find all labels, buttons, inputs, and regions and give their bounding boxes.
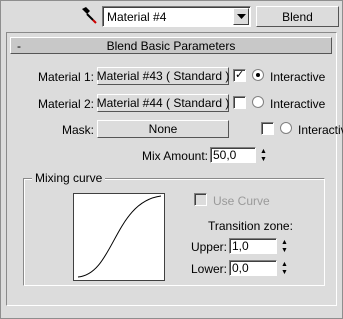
mask-interactive-label: Interactive (298, 123, 343, 137)
material1-interactive-radio[interactable] (252, 69, 264, 81)
material1-label: Material 1: (37, 70, 94, 84)
material1-button[interactable]: Material #43 ( Standard ) (97, 67, 229, 85)
spinner-down-icon[interactable]: ▼ (279, 268, 290, 276)
material2-interactive-radio[interactable] (252, 96, 264, 108)
spinner-up-icon[interactable]: ▲ (258, 147, 269, 155)
lower-spinner[interactable]: ▲ ▼ (279, 260, 290, 276)
upper-field[interactable]: 1,0 (229, 238, 277, 254)
mixing-curve-title: Mixing curve (32, 171, 106, 185)
material-type-button[interactable]: Blend (256, 6, 339, 27)
chevron-down-icon[interactable] (233, 8, 249, 25)
material2-label: Material 2: (37, 97, 94, 111)
mixing-curve-graph (73, 193, 165, 281)
mask-button[interactable]: None (97, 120, 229, 138)
spinner-down-icon[interactable]: ▼ (279, 246, 290, 254)
rollout-title: Blend Basic Parameters (106, 39, 236, 53)
radio-dot-icon (256, 73, 260, 77)
mix-amount-field[interactable]: 50,0 (210, 147, 256, 163)
upper-label: Upper: (190, 240, 227, 254)
mix-amount-label: Mix Amount: (141, 149, 208, 163)
use-curve-checkbox[interactable] (194, 193, 207, 206)
spinner-up-icon[interactable]: ▲ (279, 238, 290, 246)
material2-button[interactable]: Material #44 ( Standard ) (97, 94, 229, 112)
material1-enable-checkbox[interactable]: ✓ (233, 69, 246, 82)
use-curve-label: Use Curve (213, 194, 270, 208)
mask-interactive-radio[interactable] (280, 122, 292, 134)
material-name-dropdown[interactable]: Material #4 (102, 6, 251, 27)
mask-enable-checkbox[interactable] (261, 122, 274, 135)
material2-enable-checkbox[interactable] (233, 96, 246, 109)
lower-label: Lower: (190, 262, 227, 276)
material-name-value: Material #4 (107, 10, 167, 24)
mix-amount-spinner[interactable]: ▲ ▼ (258, 147, 269, 163)
material2-interactive-label: Interactive (270, 97, 326, 111)
mask-label: Mask: (61, 123, 94, 137)
spinner-down-icon[interactable]: ▼ (258, 155, 269, 163)
rollout-header[interactable]: - Blend Basic Parameters (10, 37, 332, 54)
spinner-up-icon[interactable]: ▲ (279, 260, 290, 268)
transition-zone-label: Transition zone: (208, 219, 293, 233)
check-icon: ✓ (235, 69, 245, 81)
upper-spinner[interactable]: ▲ ▼ (279, 238, 290, 254)
eyedropper-icon[interactable] (78, 6, 100, 26)
material1-interactive-label: Interactive (270, 70, 326, 84)
lower-field[interactable]: 0,0 (229, 260, 277, 276)
